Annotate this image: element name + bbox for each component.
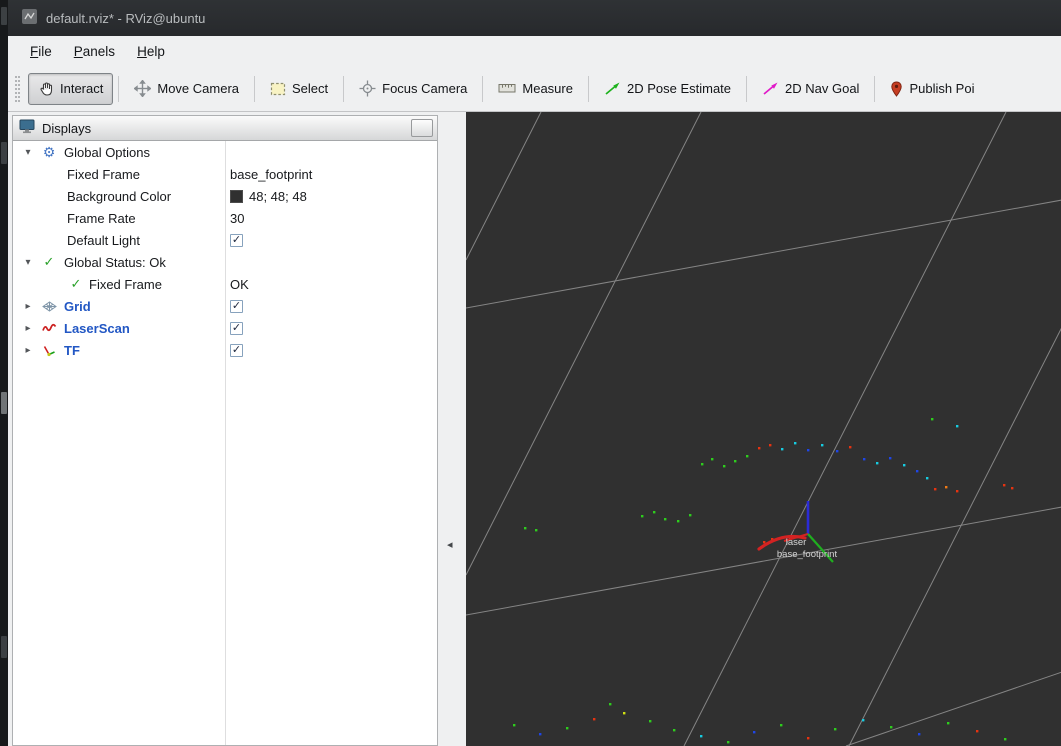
property-name: Background Color [67,188,172,204]
displays-panel-title: Displays [42,120,92,136]
toolbar-separator [587,75,589,102]
default-light-checkbox[interactable]: ✓ [230,233,243,247]
desktop-edge-strip [0,0,8,746]
status-ok-check-icon: ✓ [70,276,82,291]
expander-icon[interactable]: ▾ [21,257,35,268]
expander-icon[interactable]: ▸ [21,323,35,334]
fixed-frame-status-value: OK [230,276,249,292]
laserscan-display-icon [40,323,58,333]
property-name: Frame Rate [67,210,136,226]
frame-rate-value[interactable]: 30 [230,211,244,226]
tool-label: Move Camera [157,81,239,96]
hand-icon [38,81,54,97]
displays-panel: Displays ▾ ⚙ Global Options Fixed Frame … [12,115,438,746]
panel-float-button[interactable] [411,119,433,137]
tool-label: Measure [522,81,573,96]
expander-icon[interactable]: ▸ [21,345,35,356]
viewport-3d[interactable]: laser base_footprint [466,112,1061,746]
gear-icon: ⚙ [42,143,56,160]
property-name: Global Status: Ok [64,254,166,270]
frame-label-laser: laser [786,537,807,548]
main-area: Displays ▾ ⚙ Global Options Fixed Frame … [8,112,1061,746]
menu-file[interactable]: File [20,40,62,63]
property-name: Default Light [67,232,140,248]
status-ok-check-icon: ✓ [43,254,55,269]
background-color-value[interactable]: 48; 48; 48 [249,189,307,204]
displays-panel-header[interactable]: Displays [13,116,437,141]
tool-select[interactable]: Select [260,73,338,104]
tf-enabled-checkbox[interactable]: ✓ [230,343,243,357]
tool-publish-point[interactable]: Publish Poi [880,73,984,105]
panel-splitter[interactable]: ◂ [438,112,466,746]
toolbar-separator [254,75,255,102]
rviz-app-icon [22,9,37,27]
fixed-frame-value[interactable]: base_footprint [230,167,312,182]
pose-arrow-icon [604,81,621,96]
tool-label: Focus Camera [382,81,468,96]
ruler-icon [498,83,516,94]
grid-display-icon [40,300,58,312]
tool-measure[interactable]: Measure [488,73,583,104]
menu-panels[interactable]: Panels [64,40,125,63]
tool-label: Select [292,81,329,96]
tool-label: 2D Pose Estimate [626,81,732,96]
window-title: default.rviz* - RViz@ubuntu [46,10,206,26]
toolbar-separator [343,75,345,102]
color-swatch[interactable] [230,189,243,203]
nav-goal-arrow-icon [762,81,779,96]
frame-label-base-footprint: base_footprint [777,549,838,560]
property-name: Global Options [64,144,150,160]
toolbar-separator [118,75,120,102]
tool-interact[interactable]: Interact [28,72,114,105]
toolbar: Interact Move Camera Select Focus Camera [8,66,1061,112]
expander-icon[interactable]: ▾ [21,147,35,158]
display-name: LaserScan [64,320,130,336]
displays-tree: ▾ ⚙ Global Options Fixed Frame base_foot… [13,141,437,745]
tool-focus-camera[interactable]: Focus Camera [349,72,477,105]
menu-help[interactable]: Help [127,40,175,63]
tool-label: Interact [60,81,104,96]
laser-scan-points [513,418,1014,744]
publish-point-pin-icon [890,80,903,97]
column-divider [225,141,226,745]
collapse-arrow-icon[interactable]: ◂ [447,538,453,551]
display-name: Grid [64,298,91,314]
tool-2d-pose-estimate[interactable]: 2D Pose Estimate [594,73,741,104]
display-name: TF [64,342,80,358]
tool-label: Publish Poi [909,81,975,96]
property-name: Fixed Frame [89,276,162,292]
laserscan-enabled-checkbox[interactable]: ✓ [230,321,243,335]
menubar: File Panels Help [8,36,1061,66]
viewport-grid-lines [466,112,1061,746]
toolbar-separator [746,75,748,102]
desktop-icon-fragment [1,392,7,414]
move-camera-icon [134,80,152,97]
titlebar[interactable]: default.rviz* - RViz@ubuntu [8,0,1061,36]
focus-crosshair-icon [359,80,376,97]
desktop-icon-fragment [1,7,7,25]
desktop-icon-fragment [1,142,7,164]
rviz-window: default.rviz* - RViz@ubuntu File Panels … [8,0,1061,746]
toolbar-drag-handle[interactable] [15,75,20,102]
grid-enabled-checkbox[interactable]: ✓ [230,299,243,313]
toolbar-separator [482,75,484,102]
tool-2d-nav-goal[interactable]: 2D Nav Goal [752,73,869,104]
toolbar-separator [874,75,876,102]
expander-icon[interactable]: ▸ [21,301,35,312]
desktop-icon-fragment [1,636,7,658]
tool-move-camera[interactable]: Move Camera [124,72,249,105]
monitor-icon [19,119,35,137]
property-name: Fixed Frame [67,166,140,182]
tool-label: 2D Nav Goal [785,81,860,96]
select-box-icon [270,82,286,96]
tf-display-icon [40,344,58,357]
